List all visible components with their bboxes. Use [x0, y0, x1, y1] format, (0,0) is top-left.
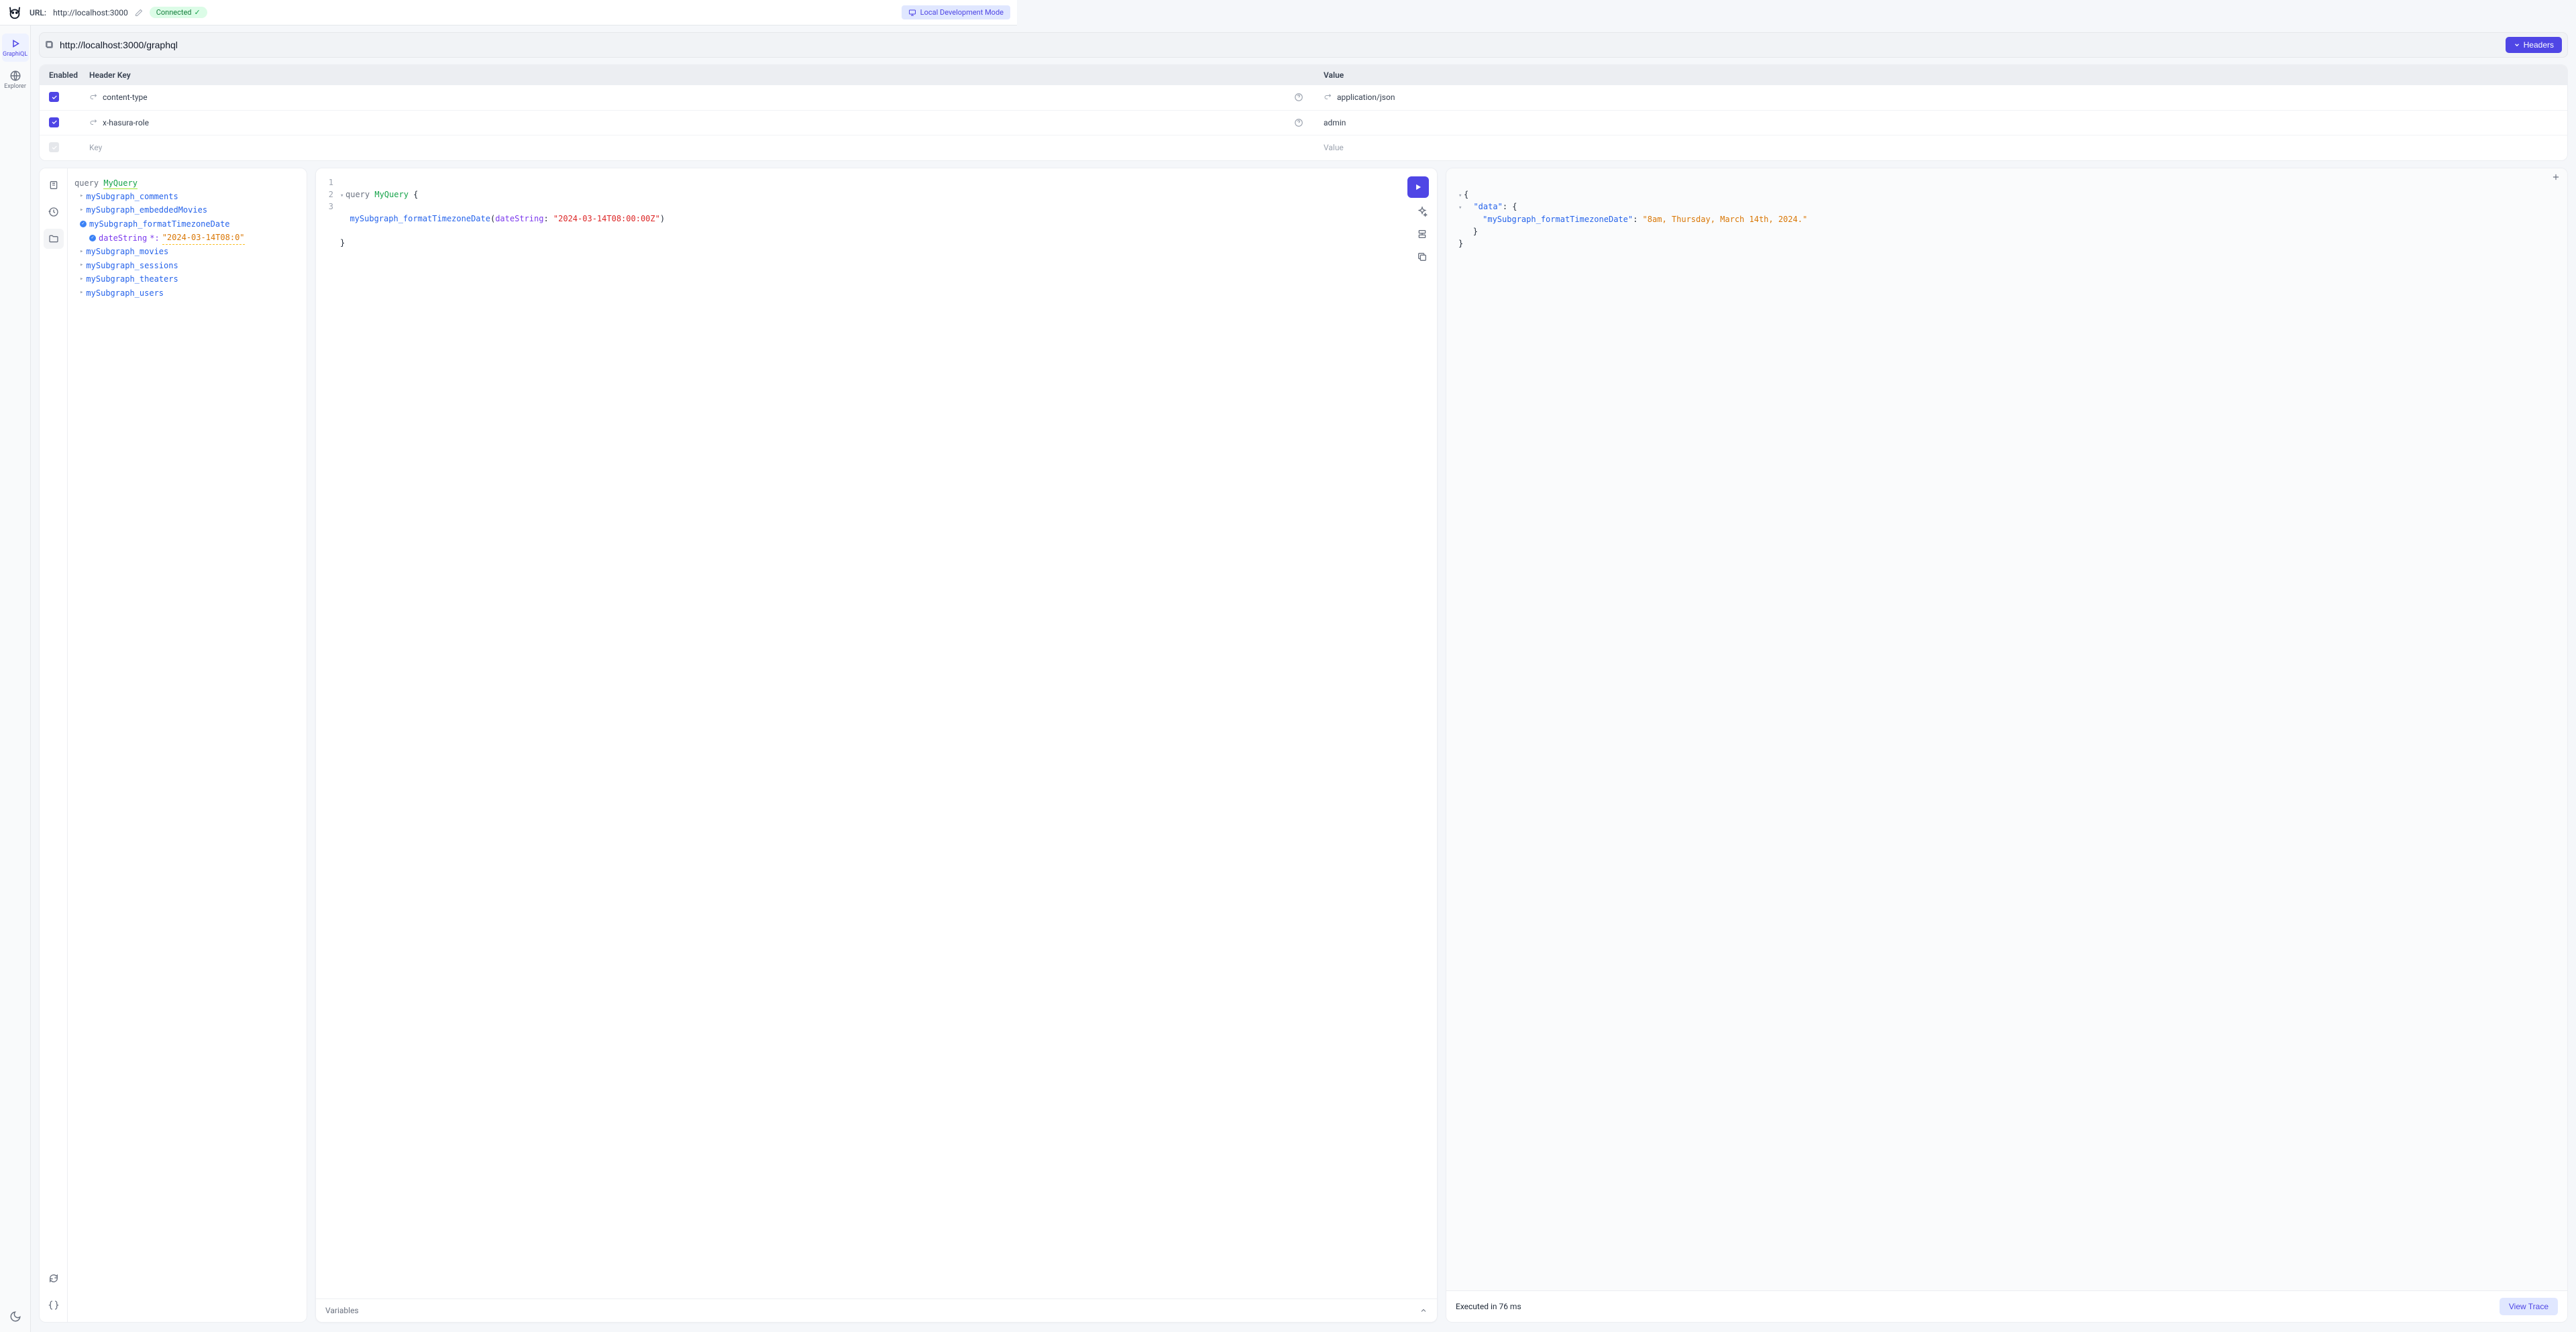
editor-body[interactable]: 1 2 3 ▾query MyQuery { mySubgraph_format…: [316, 168, 1437, 1299]
rail-graphiql[interactable]: GraphiQL: [2, 34, 29, 62]
chevron-up-icon: [1419, 1307, 1428, 1315]
dev-mode-text: Local Development Mode: [920, 8, 1004, 17]
header-key: x-hasura-role: [103, 118, 149, 127]
merge-icon[interactable]: [1415, 227, 1429, 241]
checkbox[interactable]: [49, 142, 59, 152]
col-enabled: Enabled: [49, 70, 89, 80]
view-trace-button[interactable]: View Trace: [2500, 1298, 2558, 1315]
chevron-right-icon: ▸: [80, 191, 83, 201]
run-button[interactable]: [1407, 176, 1429, 198]
header-row: content-type application/json: [40, 85, 2567, 111]
headers-table-head: Enabled Header Key Value: [40, 65, 2567, 85]
editor-tools: [1415, 205, 1429, 264]
headers-btn-label: Headers: [2524, 40, 2554, 50]
tree-field[interactable]: ▸mySubgraph_theaters: [74, 272, 300, 286]
rail-explorer-label: Explorer: [4, 83, 26, 90]
main: Headers Enabled Header Key Value content…: [31, 25, 2576, 1332]
header-value[interactable]: admin: [1324, 118, 1346, 127]
theme-toggle[interactable]: [9, 1311, 21, 1323]
folder-icon[interactable]: [44, 229, 64, 249]
tree-field-active[interactable]: mySubgraph_formatTimezoneDate: [74, 217, 300, 231]
left-rail: GraphiQL Explorer: [0, 25, 31, 1332]
result-body[interactable]: ▾{ ▾ "data": { "mySubgraph_formatTimezon…: [1446, 186, 2567, 1291]
variables-bar[interactable]: Variables: [316, 1298, 1437, 1322]
plus-icon[interactable]: [2551, 172, 2561, 182]
workspace: query MyQuery ▸mySubgraph_comments ▸mySu…: [39, 168, 2568, 1323]
topbar: URL: http://localhost:3000 Connected ✓ L…: [0, 0, 1017, 25]
help-icon[interactable]: [1294, 93, 1303, 102]
result-footer: Executed in 76 ms View Trace: [1446, 1290, 2567, 1322]
tree-field[interactable]: ▸mySubgraph_embeddedMovies: [74, 203, 300, 217]
refresh-icon[interactable]: [44, 1268, 64, 1288]
header-key: content-type: [103, 93, 148, 102]
url-label: URL:: [30, 8, 46, 17]
header-row: x-hasura-role admin: [40, 111, 2567, 136]
header-key-placeholder[interactable]: Key: [89, 143, 102, 152]
lock-icon: [1324, 93, 1332, 101]
dev-mode-badge: Local Development Mode: [902, 5, 1010, 19]
lock-icon: [89, 93, 97, 101]
tree-arg[interactable]: dateString*:"2024-03-14T08:0": [74, 231, 300, 245]
prettify-icon[interactable]: [1415, 205, 1429, 218]
check-icon: ✓: [195, 8, 201, 17]
endpoint-bar: Headers: [39, 32, 2568, 58]
explorer-body[interactable]: query MyQuery ▸mySubgraph_comments ▸mySu…: [68, 168, 307, 1323]
headers-toggle-button[interactable]: Headers: [2506, 37, 2562, 53]
header-value-placeholder[interactable]: Value: [1324, 143, 1344, 152]
tree-field[interactable]: ▸mySubgraph_comments: [74, 190, 300, 203]
query-name[interactable]: MyQuery: [103, 178, 138, 189]
help-icon[interactable]: [1294, 118, 1303, 127]
explorer-panel: query MyQuery ▸mySubgraph_comments ▸mySu…: [39, 168, 307, 1323]
execution-time: Executed in 76 ms: [1456, 1302, 1521, 1311]
rail-explorer[interactable]: Explorer: [2, 66, 29, 94]
chevron-right-icon: ▸: [80, 274, 83, 284]
col-key: Header Key: [89, 70, 1324, 80]
fold-icon[interactable]: ▾: [1458, 192, 1464, 201]
connection-status: Connected ✓: [150, 7, 207, 18]
tree-field[interactable]: ▸mySubgraph_users: [74, 286, 300, 300]
history-icon[interactable]: [44, 202, 64, 222]
tree-field[interactable]: ▸mySubgraph_sessions: [74, 259, 300, 272]
header-value: application/json: [1337, 93, 1395, 102]
checkbox[interactable]: [49, 92, 59, 102]
lock-icon: [89, 119, 97, 127]
variables-label: Variables: [325, 1306, 359, 1315]
check-circle-icon: [80, 221, 87, 227]
query-keyword: query: [74, 178, 99, 188]
keyboard-icon[interactable]: [44, 1295, 64, 1315]
result-panel: ▾{ ▾ "data": { "mySubgraph_formatTimezon…: [1446, 168, 2568, 1323]
hasura-logo: [7, 5, 23, 21]
pencil-icon[interactable]: [135, 9, 143, 17]
query-editor: 1 2 3 ▾query MyQuery { mySubgraph_format…: [315, 168, 1438, 1323]
editor-code[interactable]: ▾query MyQuery { mySubgraph_formatTimezo…: [340, 176, 1428, 274]
chevron-right-icon: ▸: [80, 247, 83, 257]
explorer-toolbar: [40, 168, 68, 1323]
header-row-empty: Key Value: [40, 135, 2567, 160]
check-circle-icon: [89, 235, 96, 241]
chevron-right-icon: ▸: [80, 205, 83, 215]
chevron-right-icon: ▸: [80, 260, 83, 270]
endpoint-input[interactable]: [60, 40, 2500, 50]
docs-icon[interactable]: [44, 175, 64, 195]
fold-icon[interactable]: ▾: [1458, 204, 1464, 213]
col-value: Value: [1324, 70, 2558, 80]
window-icon: [45, 40, 54, 50]
line-gutter: 1 2 3: [320, 176, 333, 213]
tree-field[interactable]: ▸mySubgraph_movies: [74, 245, 300, 258]
chevron-right-icon: ▸: [80, 288, 83, 298]
url-value: http://localhost:3000: [53, 8, 128, 17]
headers-card: Enabled Header Key Value content-type ap…: [39, 64, 2568, 161]
fold-icon[interactable]: ▾: [340, 192, 345, 201]
rail-graphiql-label: GraphiQL: [3, 51, 28, 58]
copy-icon[interactable]: [1415, 250, 1429, 264]
checkbox[interactable]: [49, 117, 59, 127]
status-text: Connected: [156, 8, 192, 17]
